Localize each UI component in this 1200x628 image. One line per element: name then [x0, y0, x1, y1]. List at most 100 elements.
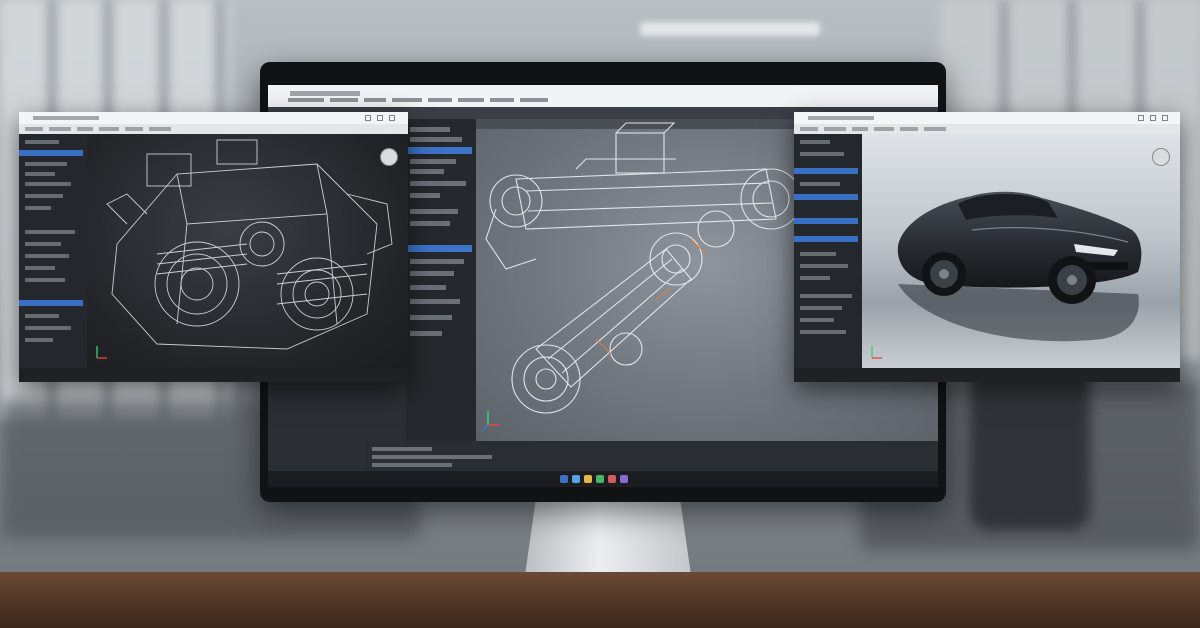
panel-row[interactable] [410, 127, 450, 132]
menu-item[interactable] [520, 98, 548, 102]
panel-row[interactable] [410, 181, 466, 186]
menu-item[interactable] [149, 127, 171, 131]
tree-row[interactable] [25, 172, 55, 176]
panel-row[interactable] [410, 259, 464, 264]
tree-row[interactable] [25, 162, 67, 166]
tree-row[interactable] [25, 230, 75, 234]
panel-row[interactable] [410, 169, 444, 174]
tree-row[interactable] [25, 338, 53, 342]
menu-item[interactable] [852, 127, 868, 131]
tree-row[interactable] [800, 330, 846, 334]
app-title-placeholder [290, 91, 360, 96]
tree-row[interactable] [25, 194, 63, 198]
menu-item[interactable] [800, 127, 818, 131]
panel-row[interactable] [410, 315, 452, 320]
sports-car-render-icon [871, 191, 1142, 359]
close-icon[interactable] [389, 115, 395, 121]
tree-row[interactable] [800, 318, 834, 322]
view-cube-icon[interactable] [380, 148, 398, 166]
tree-row[interactable] [800, 252, 836, 256]
panel-row[interactable] [410, 285, 446, 290]
panel-row[interactable] [410, 137, 462, 142]
tree-row[interactable] [800, 276, 830, 280]
engine-cad-window[interactable] [19, 112, 408, 382]
tree-row-selected[interactable] [19, 150, 83, 156]
minimize-icon[interactable] [365, 115, 371, 121]
tree-row-selected[interactable] [794, 218, 858, 224]
start-icon[interactable] [560, 475, 568, 483]
tree-row[interactable] [800, 294, 852, 298]
close-icon[interactable] [1162, 115, 1168, 121]
tree-row[interactable] [25, 242, 61, 246]
engine-wireframe-icon [96, 139, 393, 359]
tree-row[interactable] [800, 306, 842, 310]
taskbar-app-icon[interactable] [596, 475, 604, 483]
maximize-icon[interactable] [1150, 115, 1156, 121]
menu-item[interactable] [428, 98, 452, 102]
menu-item[interactable] [330, 98, 358, 102]
taskbar-app-icon[interactable] [620, 475, 628, 483]
tree-row[interactable] [800, 152, 844, 156]
menu-item[interactable] [288, 98, 324, 102]
tree-row-selected[interactable] [794, 168, 858, 174]
menu-item[interactable] [125, 127, 143, 131]
tree-row-selected[interactable] [19, 300, 83, 306]
folder-icon[interactable] [584, 475, 592, 483]
panel-row[interactable] [410, 221, 450, 226]
window-title-placeholder [33, 116, 99, 120]
panel-row[interactable] [410, 209, 458, 214]
timeline-row[interactable] [372, 455, 492, 459]
tree-row[interactable] [25, 254, 69, 258]
menu-item[interactable] [458, 98, 484, 102]
tree-row[interactable] [25, 182, 71, 186]
tree-row[interactable] [800, 264, 848, 268]
minimize-icon[interactable] [1138, 115, 1144, 121]
tree-row[interactable] [25, 326, 71, 330]
panel-row-selected[interactable] [406, 147, 472, 154]
menu-item[interactable] [25, 127, 43, 131]
menu-item[interactable] [490, 98, 514, 102]
menu-item[interactable] [900, 127, 918, 131]
menu-item[interactable] [77, 127, 93, 131]
timeline-row[interactable] [372, 463, 452, 467]
tree-row-selected[interactable] [794, 194, 858, 200]
car-render-window[interactable] [794, 112, 1180, 382]
wooden-desk [0, 572, 1200, 628]
timeline-row[interactable] [372, 447, 432, 451]
properties-panel [406, 119, 476, 441]
tree-row[interactable] [25, 266, 55, 270]
app-titlebar [268, 85, 938, 107]
menu-item[interactable] [49, 127, 71, 131]
menu-item[interactable] [924, 127, 946, 131]
tree-row[interactable] [800, 140, 830, 144]
window-titlebar [794, 112, 1180, 124]
outliner-panel [794, 134, 862, 368]
window-menubar [794, 124, 1180, 134]
panel-row[interactable] [410, 193, 440, 198]
tree-row[interactable] [25, 140, 59, 144]
tree-row[interactable] [800, 182, 840, 186]
engine-viewport[interactable] [87, 134, 408, 368]
panel-row[interactable] [410, 299, 460, 304]
taskbar-app-icon[interactable] [572, 475, 580, 483]
window-statusbar [19, 368, 408, 382]
tree-row[interactable] [25, 206, 51, 210]
view-cube-icon[interactable] [1152, 148, 1170, 166]
window-menubar [19, 124, 408, 134]
menu-item[interactable] [392, 98, 422, 102]
tree-row[interactable] [25, 314, 59, 318]
menu-item[interactable] [824, 127, 846, 131]
tree-row[interactable] [25, 278, 65, 282]
car-render-viewport[interactable] [862, 134, 1180, 368]
ceiling-light [640, 22, 820, 36]
panel-row[interactable] [410, 331, 442, 336]
panel-row[interactable] [410, 271, 454, 276]
panel-row-selected[interactable] [406, 245, 472, 252]
panel-row[interactable] [410, 159, 456, 164]
maximize-icon[interactable] [377, 115, 383, 121]
menu-item[interactable] [99, 127, 119, 131]
taskbar-app-icon[interactable] [608, 475, 616, 483]
menu-item[interactable] [874, 127, 894, 131]
menu-item[interactable] [364, 98, 386, 102]
tree-row-selected[interactable] [794, 236, 858, 242]
